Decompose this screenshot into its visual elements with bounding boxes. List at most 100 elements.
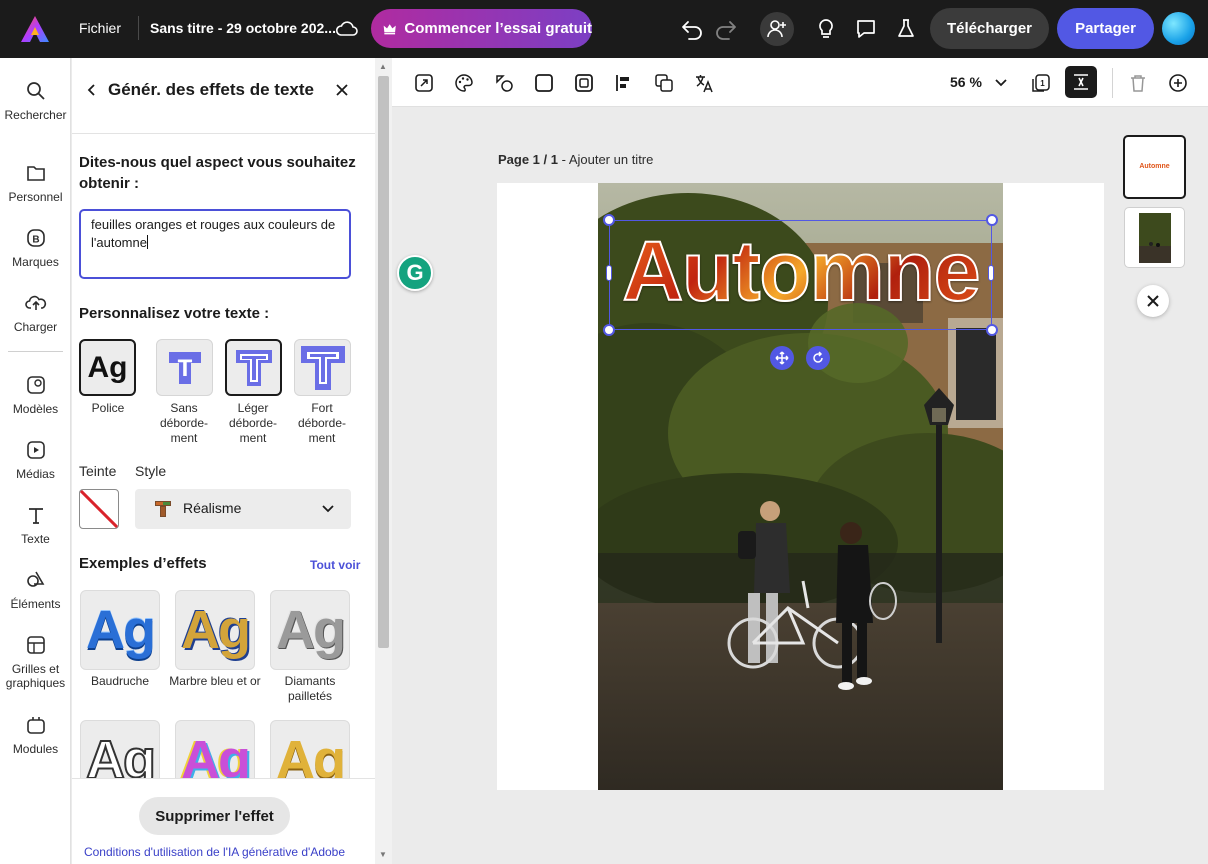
rail-item-text[interactable]: Texte <box>0 504 71 546</box>
templates-icon <box>26 376 45 394</box>
page-thumbnail-1[interactable]: Automne <box>1123 135 1186 199</box>
rail-label: Modules <box>12 742 59 756</box>
terms-link[interactable]: Conditions d'utilisation de l'IA générat… <box>72 845 357 859</box>
move-handle[interactable] <box>770 346 794 370</box>
close-pages-button[interactable] <box>1137 285 1169 317</box>
option-no-overflow[interactable]: T <box>156 339 213 396</box>
tint-swatch[interactable] <box>79 489 119 529</box>
rail-item-templates[interactable]: Modèles <box>0 374 71 416</box>
file-menu[interactable]: Fichier <box>79 20 121 36</box>
back-icon[interactable] <box>84 82 100 98</box>
option-strong-overflow[interactable]: T <box>294 339 351 396</box>
toolbar-divider <box>1112 68 1113 98</box>
left-rail: Rechercher Personnel B Marques Charger M… <box>0 58 71 864</box>
font-glyph: Ag <box>87 350 128 384</box>
rail-item-addons[interactable]: Modules <box>0 714 71 756</box>
customize-label: Personnalisez votre texte : <box>79 305 270 322</box>
comment-icon[interactable] <box>854 17 878 41</box>
lightbulb-icon[interactable] <box>814 17 838 41</box>
scroll-down-arrow[interactable]: ▼ <box>379 850 387 859</box>
style-thumbnail-icon <box>155 501 171 517</box>
resize-icon[interactable] <box>413 72 435 94</box>
document-title[interactable]: Sans titre - 29 octobre 202... <box>150 20 336 36</box>
example-glyph: Ag <box>181 600 251 660</box>
scroll-up-arrow[interactable]: ▲ <box>379 62 387 71</box>
text-effect-automne[interactable]: Automne <box>606 221 996 321</box>
download-button[interactable]: Télécharger <box>930 8 1049 49</box>
rail-item-personal[interactable]: Personnel <box>0 162 71 204</box>
palette-icon[interactable] <box>453 72 475 94</box>
page-layers-icon[interactable]: 1 <box>1030 72 1052 94</box>
flask-icon[interactable] <box>894 17 918 41</box>
border-icon[interactable] <box>573 72 595 94</box>
shapes-icon[interactable] <box>493 72 515 94</box>
example-label: Diamants pailletés <box>284 674 336 703</box>
style-dropdown[interactable]: Réalisme <box>135 489 351 529</box>
panel-title: Génér. des effets de texte <box>108 80 314 99</box>
cloud-icon[interactable] <box>335 18 359 40</box>
close-icon <box>1147 295 1159 307</box>
chevron-down-icon[interactable] <box>994 76 1008 90</box>
rail-item-elements[interactable]: Éléments <box>0 569 71 611</box>
panel-scrollbar[interactable]: ▲ ▼ <box>375 58 392 864</box>
page-thumbnail-2[interactable] <box>1124 207 1185 268</box>
thumbnail-photo <box>1139 213 1171 263</box>
rail-item-search[interactable]: Rechercher <box>0 80 71 122</box>
grammarly-button[interactable]: G <box>397 255 433 291</box>
t-no-overflow-icon: T <box>168 351 201 384</box>
chevron-down-icon <box>322 505 334 513</box>
option-label: Fort déborde-ment <box>297 401 347 445</box>
rail-item-media[interactable]: Médias <box>0 439 71 481</box>
arrange-icon[interactable] <box>653 72 675 94</box>
top-bar: Fichier Sans titre - 29 octobre 202... C… <box>0 0 1208 58</box>
zoom-level[interactable]: 56 % <box>950 74 982 90</box>
search-icon <box>26 82 45 100</box>
rail-item-brands[interactable]: B Marques <box>0 227 71 269</box>
example-glitter-diamonds[interactable]: Ag <box>270 590 350 670</box>
svg-text:1: 1 <box>1040 79 1045 88</box>
rail-label: Rechercher <box>4 108 67 122</box>
undo-icon[interactable] <box>680 17 704 41</box>
example-label: Marbre bleu et or <box>169 674 261 688</box>
resize-handle[interactable] <box>603 324 615 336</box>
adobe-express-logo[interactable] <box>20 15 50 43</box>
example-blue-gold-marble[interactable]: Ag <box>175 590 255 670</box>
avatar[interactable] <box>1162 12 1195 45</box>
rotate-handle[interactable] <box>806 346 830 370</box>
option-font[interactable]: Ag <box>79 339 136 396</box>
crown-icon <box>383 23 396 34</box>
option-label: Sans déborde-ment <box>159 401 209 445</box>
page-label[interactable]: Page 1 / 1 - Ajouter un titre <box>498 152 653 167</box>
rail-item-grids[interactable]: Grilles et graphiques <box>0 634 71 690</box>
start-trial-button[interactable]: Commencer l’essai gratuit <box>371 9 592 48</box>
canvas-toolbar: 56 % 1 <box>392 58 1208 107</box>
rail-label: Personnel <box>8 190 63 204</box>
rail-item-upload[interactable]: Charger <box>0 292 71 334</box>
share-button[interactable]: Partager <box>1057 8 1154 49</box>
see-all-link[interactable]: Tout voir <box>310 558 360 572</box>
autumn-photo[interactable]: Automne <box>598 183 1003 790</box>
remove-effect-button[interactable]: Supprimer l'effet <box>139 797 290 835</box>
trash-icon[interactable] <box>1127 72 1149 94</box>
addons-icon <box>26 717 45 734</box>
scroll-thumb[interactable] <box>378 76 389 648</box>
close-icon[interactable] <box>333 81 351 99</box>
brand-icon: B <box>26 229 45 247</box>
redo-icon[interactable] <box>714 17 738 41</box>
invite-button[interactable] <box>760 12 794 46</box>
align-icon[interactable] <box>613 72 635 94</box>
text-icon <box>28 508 43 524</box>
add-icon[interactable] <box>1167 72 1189 94</box>
rail-label: Éléments <box>10 597 61 611</box>
option-light-overflow[interactable]: T <box>225 339 282 396</box>
example-label: Baudruche <box>90 674 150 688</box>
resize-handle[interactable] <box>986 324 998 336</box>
page-title-placeholder: - Ajouter un titre <box>557 152 654 167</box>
example-balloon[interactable]: Ag <box>80 590 160 670</box>
svg-text:B: B <box>32 235 39 246</box>
rail-label: Marques <box>12 255 59 269</box>
prompt-input[interactable]: feuilles oranges et rouges aux couleurs … <box>79 209 351 279</box>
square-icon[interactable] <box>533 72 555 94</box>
translate-icon[interactable] <box>693 72 715 94</box>
adjust-button[interactable] <box>1065 66 1097 98</box>
